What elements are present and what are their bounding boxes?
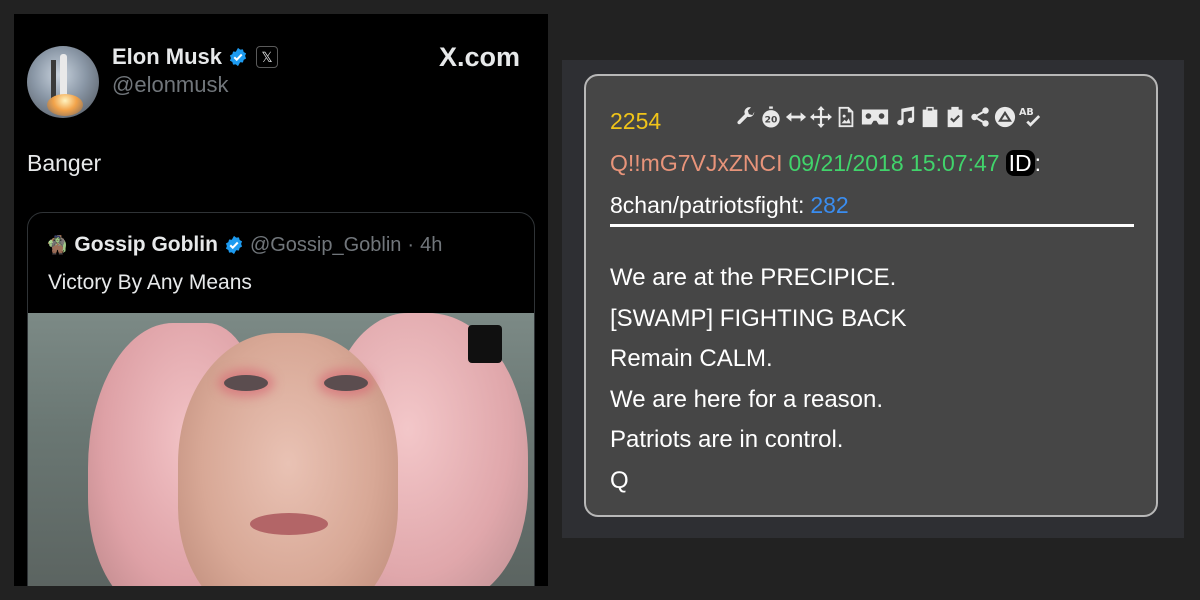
spellcheck-icon[interactable]: AB [1018,102,1041,132]
poster-info: Q!!mG7VJxZNCI 09/21/2018 15:07:47 ID: [610,150,1041,177]
svg-text:AB: AB [1019,107,1034,118]
post-panel: 2254 20 AB Q!!mG7VJxZNCI 09/21/2018 15:0… [562,60,1184,538]
quoted-author-handle[interactable]: @Gossip_Goblin [250,234,401,257]
author-row: Elon Musk 𝕏 [112,44,279,70]
quoted-tweet-image[interactable] [28,313,534,586]
rocket [60,54,67,96]
id-badge[interactable]: ID [1005,150,1035,176]
message-line: Remain CALM. [610,345,773,372]
post-message: We are at the PRECIPICE. [SWAMP] FIGHTIN… [610,258,906,501]
chevron-up-circle-icon[interactable] [993,102,1016,132]
right-eye [324,375,368,391]
quoted-avatar[interactable]: 🧌 [46,235,68,256]
message-signature: Q [610,466,629,494]
quoted-author-row: 🧌 Gossip Goblin @Gossip_Goblin · 4h [46,233,442,257]
id-colon: : [1034,150,1041,176]
author-handle[interactable]: @elonmusk [112,72,229,98]
author-name[interactable]: Elon Musk [112,44,222,70]
left-eye [224,375,268,391]
music-note-icon[interactable] [893,102,916,132]
image-file-icon[interactable] [834,102,857,132]
quoted-tweet[interactable]: 🧌 Gossip Goblin @Gossip_Goblin · 4h Vict… [27,212,535,586]
rocket-flame [47,94,83,116]
post-card: 2254 20 AB Q!!mG7VJxZNCI 09/21/2018 15:0… [584,74,1158,517]
site-label: X.com [438,42,520,72]
board-info: 8chan/patriotsfight: 282 [610,192,849,219]
verified-icon [225,235,243,255]
separator-dot: · [407,233,415,256]
clipboard-check-icon[interactable] [943,102,966,132]
post-number[interactable]: 2254 [610,108,661,135]
avatar[interactable] [27,46,99,118]
tripcode[interactable]: Q!!mG7VJxZNCI [610,150,783,176]
mouth [250,513,328,535]
x-affiliation-badge[interactable]: 𝕏 [256,46,279,68]
divider [610,224,1134,227]
vr-headset-icon[interactable] [859,102,891,132]
post-datetime: 09/21/2018 15:07:47 [788,150,1000,176]
face [178,333,398,586]
message-line: We are at the PRECIPICE. [610,264,897,291]
quoted-tweet-text: Victory By Any Means [48,271,252,294]
share-icon[interactable] [968,102,991,132]
board-post-number[interactable]: 282 [810,192,848,218]
horizontal-arrows-icon[interactable] [784,102,807,132]
wrench-icon[interactable] [734,102,757,132]
black-hair-bow [468,325,502,363]
message-line: We are here for a reason. [610,385,884,413]
quoted-timestamp[interactable]: 4h [420,234,442,257]
launch-tower [51,60,56,100]
clipboard-icon[interactable] [918,102,941,132]
message-line: Patriots are in control. [610,426,844,453]
tweet-text: Banger [27,150,102,176]
message-line: [SWAMP] FIGHTING BACK [610,304,907,332]
verified-icon [229,47,247,67]
timer-20-icon[interactable]: 20 [759,102,782,132]
quoted-author-name[interactable]: Gossip Goblin [74,233,218,257]
board-name[interactable]: 8chan/patriotsfight: [610,192,804,218]
svg-text:20: 20 [764,115,777,126]
move-arrows-icon[interactable] [809,102,832,132]
post-toolbar: 20 AB [734,102,1041,132]
tweet-panel: Elon Musk 𝕏 @elonmusk X.com Banger 🧌 Gos… [14,14,548,586]
